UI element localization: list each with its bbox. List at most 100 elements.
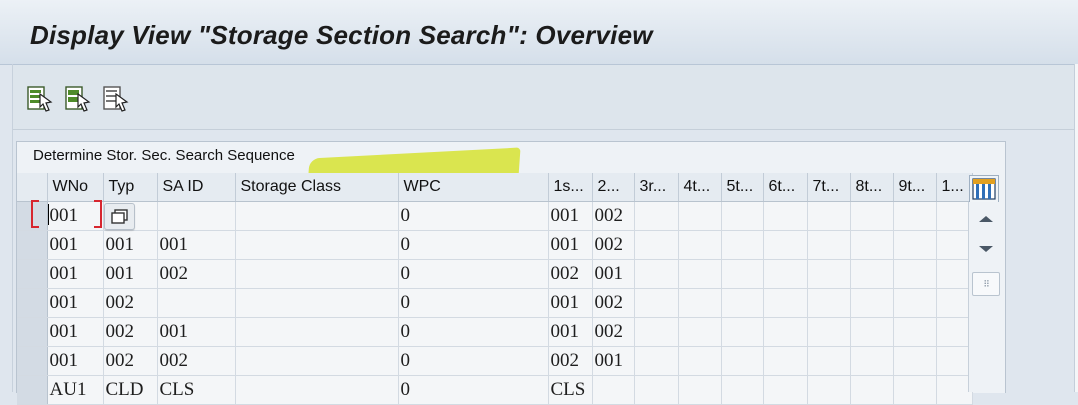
cell-wno[interactable]: 001 [47,230,104,260]
cell-8th[interactable] [850,375,894,405]
cell-6th[interactable] [763,317,808,347]
cell-5th[interactable] [721,288,764,318]
cell-wpc[interactable]: 0 [398,201,549,231]
cell-5th[interactable] [721,317,764,347]
cell-6th[interactable] [763,230,808,260]
cell-7th[interactable] [807,259,851,289]
cell-1st[interactable]: 002 [548,346,593,376]
cell-wpc[interactable]: 0 [398,346,549,376]
cell-8th[interactable] [850,317,894,347]
cell-typ[interactable]: 002 [103,288,158,318]
column-header-sa-id[interactable]: SA ID [157,173,236,202]
cell-9th[interactable] [893,375,937,405]
cell-1st[interactable]: 002 [548,259,593,289]
row-selector[interactable] [17,288,48,318]
cell-2nd[interactable]: 001 [592,346,635,376]
cell-5th[interactable] [721,230,764,260]
cell-9th[interactable] [893,346,937,376]
row-selector[interactable] [17,201,48,231]
cell-4th[interactable] [678,230,722,260]
column-header-1st[interactable]: 1s... [548,173,593,202]
cell-wno[interactable]: 001 [47,317,104,347]
cell-2nd[interactable]: 002 [592,201,635,231]
cell-2nd[interactable] [592,375,635,405]
cell-2nd[interactable]: 002 [592,230,635,260]
cell-sa-id[interactable]: 001 [157,230,236,260]
cell-7th[interactable] [807,288,851,318]
cell-storage-class[interactable] [235,375,399,405]
cell-wno[interactable]: 001 [47,346,104,376]
cell-storage-class[interactable] [235,259,399,289]
column-header-3rd[interactable]: 3r... [634,173,679,202]
cell-typ[interactable]: 002 [103,317,158,347]
cell-3rd[interactable] [634,259,679,289]
cell-sa-id[interactable]: 001 [157,317,236,347]
cell-storage-class[interactable] [235,230,399,260]
column-header-storage-class[interactable]: Storage Class [235,173,399,202]
cell-sa-id[interactable] [157,201,236,231]
cell-4th[interactable] [678,317,722,347]
cell-8th[interactable] [850,259,894,289]
column-header-4th[interactable]: 4t... [678,173,722,202]
cell-7th[interactable] [807,317,851,347]
cell-7th[interactable] [807,230,851,260]
cell-4th[interactable] [678,259,722,289]
cell-3rd[interactable] [634,317,679,347]
cell-7th[interactable] [807,346,851,376]
row-selector[interactable] [17,375,48,405]
row-selector[interactable] [17,230,48,260]
cell-wpc[interactable]: 0 [398,317,549,347]
cell-wno[interactable]: AU1 [47,375,104,405]
cell-5th[interactable] [721,201,764,231]
cell-typ[interactable]: 001 [103,259,158,289]
cell-6th[interactable] [763,259,808,289]
cell-10th[interactable] [936,201,973,231]
column-header-6th[interactable]: 6t... [763,173,808,202]
cell-6th[interactable] [763,346,808,376]
select-all-icon[interactable] [64,85,92,115]
cell-1st[interactable]: 001 [548,317,593,347]
cell-1st[interactable]: 001 [548,201,593,231]
cell-wno[interactable]: 001 [47,288,104,318]
column-header-5th[interactable]: 5t... [721,173,764,202]
column-header-typ[interactable]: Typ [103,173,158,202]
cell-wpc[interactable]: 0 [398,259,549,289]
cell-6th[interactable] [763,288,808,318]
column-header-7th[interactable]: 7t... [807,173,851,202]
cell-wpc[interactable]: 0 [398,288,549,318]
cell-4th[interactable] [678,346,722,376]
cell-9th[interactable] [893,288,937,318]
cell-1st[interactable]: CLS [548,375,593,405]
cell-9th[interactable] [893,230,937,260]
cell-wpc[interactable]: 0 [398,230,549,260]
deselect-all-icon[interactable] [102,85,130,115]
cell-typ[interactable]: 001 [103,230,158,260]
row-selector[interactable] [17,346,48,376]
cell-7th[interactable] [807,375,851,405]
cell-10th[interactable] [936,230,973,260]
cell-5th[interactable] [721,375,764,405]
cell-1st[interactable]: 001 [548,230,593,260]
cell-10th[interactable] [936,346,973,376]
scroll-up-arrow-icon[interactable] [979,216,993,222]
cell-6th[interactable] [763,201,808,231]
cell-10th[interactable] [936,288,973,318]
cell-3rd[interactable] [634,230,679,260]
cell-9th[interactable] [893,201,937,231]
cell-wno[interactable]: 001 [47,259,104,289]
cell-sa-id[interactable]: CLS [157,375,236,405]
cell-10th[interactable] [936,375,973,405]
cell-2nd[interactable]: 001 [592,259,635,289]
cell-5th[interactable] [721,259,764,289]
column-header-2nd[interactable]: 2... [592,173,635,202]
cell-6th[interactable] [763,375,808,405]
details-icon[interactable] [26,85,54,115]
cell-8th[interactable] [850,230,894,260]
table-settings-button[interactable] [969,175,999,203]
cell-typ[interactable]: 002 [103,346,158,376]
column-header-wno[interactable]: WNo [47,173,104,202]
cell-3rd[interactable] [634,288,679,318]
cell-4th[interactable] [678,288,722,318]
cell-8th[interactable] [850,346,894,376]
cell-2nd[interactable]: 002 [592,317,635,347]
